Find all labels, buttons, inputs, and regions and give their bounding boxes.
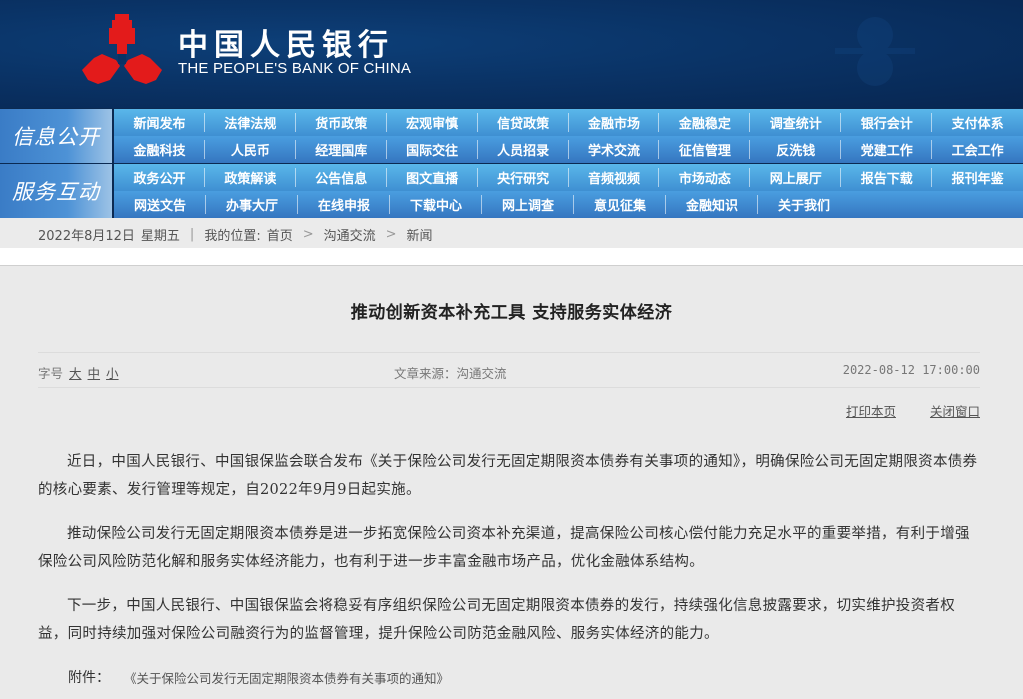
nav-item[interactable]: 报告下载 bbox=[841, 164, 933, 191]
breadcrumb-home[interactable]: 首页 bbox=[267, 225, 293, 244]
nav-group-service-interaction: 服务互动 政务公开 政策解读 公告信息 图文直播 央行研究 音频视频 市场动态 … bbox=[0, 164, 1023, 218]
nav-item[interactable]: 反洗钱 bbox=[750, 136, 842, 163]
nav-item[interactable]: 图文直播 bbox=[387, 164, 478, 191]
attachment-link[interactable]: 《关于保险公司发行无固定期限资本债券有关事项的通知》 bbox=[124, 668, 449, 687]
main-navigation: 信息公开 新闻发布 法律法规 货币政策 宏观审慎 信贷政策 金融市场 金融稳定 … bbox=[0, 108, 1023, 218]
breadcrumb-news[interactable]: 新闻 bbox=[407, 225, 433, 244]
nav-item[interactable]: 信贷政策 bbox=[478, 109, 569, 136]
nav-item[interactable]: 金融市场 bbox=[569, 109, 660, 136]
nav-item[interactable]: 办事大厅 bbox=[206, 191, 298, 218]
font-size-small[interactable]: 小 bbox=[106, 363, 119, 382]
nav-item[interactable]: 音频视频 bbox=[569, 164, 660, 191]
nav-item[interactable]: 党建工作 bbox=[841, 136, 933, 163]
breadcrumb-communication[interactable]: 沟通交流 bbox=[324, 225, 376, 244]
nav-item[interactable]: 在线申报 bbox=[298, 191, 390, 218]
article-meta: 字号 大 中 小 文章来源：沟通交流 2022-08-12 17:00:00 bbox=[38, 352, 980, 388]
nav-item[interactable]: 市场动态 bbox=[659, 164, 751, 191]
location-label: 我的位置: bbox=[204, 229, 261, 244]
nav-item[interactable]: 征信管理 bbox=[659, 136, 751, 163]
nav-row: 金融科技 人民币 经理国库 国际交往 人员招录 学术交流 征信管理 反洗钱 党建… bbox=[114, 136, 1023, 163]
nav-item[interactable]: 金融稳定 bbox=[659, 109, 751, 136]
bank-name-en: THE PEOPLE'S BANK OF CHINA bbox=[178, 60, 412, 77]
nav-item[interactable]: 银行会计 bbox=[841, 109, 933, 136]
nav-item[interactable]: 网上调查 bbox=[482, 191, 574, 218]
nav-item[interactable]: 国际交往 bbox=[387, 136, 478, 163]
nav-item[interactable]: 新闻发布 bbox=[114, 109, 205, 136]
breadcrumb-separator: > bbox=[302, 227, 314, 242]
nav-group-label: 服务互动 bbox=[0, 164, 112, 218]
nav-item[interactable]: 人民币 bbox=[205, 136, 296, 163]
nav-item[interactable]: 网送文告 bbox=[114, 191, 206, 218]
nav-item[interactable]: 政务公开 bbox=[114, 164, 205, 191]
nav-item[interactable]: 意见征集 bbox=[574, 191, 666, 218]
nav-row: 新闻发布 法律法规 货币政策 宏观审慎 信贷政策 金融市场 金融稳定 调查统计 … bbox=[114, 109, 1023, 136]
nav-item[interactable]: 学术交流 bbox=[569, 136, 660, 163]
nav-item[interactable]: 支付体系 bbox=[932, 109, 1023, 136]
article-title: 推动创新资本补充工具 支持服务实体经济 bbox=[350, 303, 673, 323]
font-size-large[interactable]: 大 bbox=[69, 363, 82, 382]
article-paragraph: 下一步，中国人民银行、中国银保监会将稳妥有序组织保险公司无固定期限资本债券的发行… bbox=[38, 598, 955, 642]
nav-item[interactable]: 宏观审慎 bbox=[387, 109, 478, 136]
attachment: 附件： 《关于保险公司发行无固定期限资本债券有关事项的通知》 bbox=[68, 667, 449, 687]
nav-row: 网送文告 办事大厅 在线申报 下载中心 网上调查 意见征集 金融知识 关于我们 bbox=[114, 191, 1023, 218]
nav-item[interactable]: 公告信息 bbox=[296, 164, 387, 191]
attachment-label: 附件： bbox=[68, 670, 110, 686]
nav-item[interactable]: 下载中心 bbox=[390, 191, 482, 218]
current-weekday: 星期五 bbox=[140, 229, 180, 244]
breadcrumb-bar: 2022年8月12日 星期五 | 我的位置: 首页 > 沟通交流 > 新闻 bbox=[0, 218, 1023, 248]
current-date: 2022年8月12日 bbox=[38, 229, 135, 244]
nav-group-info-disclosure: 信息公开 新闻发布 法律法规 货币政策 宏观审慎 信贷政策 金融市场 金融稳定 … bbox=[0, 109, 1023, 163]
nav-item[interactable]: 金融知识 bbox=[666, 191, 758, 218]
nav-item[interactable]: 政策解读 bbox=[205, 164, 296, 191]
font-size-medium[interactable]: 中 bbox=[88, 363, 101, 382]
breadcrumb-separator: > bbox=[385, 227, 397, 242]
nav-item[interactable]: 经理国库 bbox=[296, 136, 387, 163]
nav-item[interactable]: 网上展厅 bbox=[750, 164, 842, 191]
nav-item[interactable]: 报刊年鉴 bbox=[932, 164, 1023, 191]
nav-row: 政务公开 政策解读 公告信息 图文直播 央行研究 音频视频 市场动态 网上展厅 … bbox=[114, 164, 1023, 191]
article-datetime: 2022-08-12 17:00:00 bbox=[842, 363, 980, 377]
article-tools: 打印本页 关闭窗口 bbox=[846, 401, 980, 420]
article-body: 近日，中国人民银行、中国银保监会联合发布《关于保险公司发行无固定期限资本债券有关… bbox=[38, 448, 983, 664]
article-paragraph: 近日，中国人民银行、中国银保监会联合发布《关于保险公司发行无固定期限资本债券有关… bbox=[38, 454, 978, 498]
nav-item[interactable]: 法律法规 bbox=[205, 109, 296, 136]
close-window-link[interactable]: 关闭窗口 bbox=[930, 401, 980, 420]
nav-item[interactable]: 货币政策 bbox=[296, 109, 387, 136]
print-page-link[interactable]: 打印本页 bbox=[846, 401, 896, 420]
divider: | bbox=[189, 227, 195, 242]
article-paragraph: 推动保险公司发行无固定期限资本债券是进一步拓宽保险公司资本补充渠道，提高保险公司… bbox=[38, 526, 970, 570]
header-watermark-icon bbox=[835, 17, 915, 86]
nav-group-label: 信息公开 bbox=[0, 109, 112, 163]
nav-item[interactable]: 央行研究 bbox=[478, 164, 569, 191]
nav-item[interactable]: 金融科技 bbox=[114, 136, 205, 163]
divider bbox=[0, 248, 1023, 266]
nav-item[interactable]: 关于我们 bbox=[758, 191, 850, 218]
pboc-logo-icon[interactable] bbox=[82, 14, 162, 84]
site-header: 中国人民银行 THE PEOPLE'S BANK OF CHINA bbox=[0, 0, 1023, 108]
nav-item[interactable]: 调查统计 bbox=[750, 109, 842, 136]
article-source: 文章来源：沟通交流 bbox=[394, 366, 507, 381]
font-size-label: 字号 bbox=[38, 366, 64, 381]
nav-item[interactable]: 工会工作 bbox=[932, 136, 1023, 163]
nav-item[interactable]: 人员招录 bbox=[478, 136, 569, 163]
bank-name-cn: 中国人民银行 bbox=[178, 28, 394, 63]
